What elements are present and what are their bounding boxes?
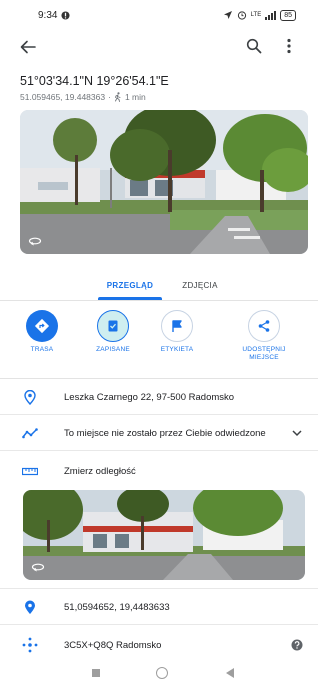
walking-icon bbox=[114, 92, 121, 102]
place-pin-icon bbox=[25, 600, 35, 614]
address-row[interactable]: Leszka Czarnego 22, 97-500 Radomsko bbox=[0, 382, 318, 412]
row-divider bbox=[0, 450, 318, 451]
label-button[interactable]: ETYKIETA bbox=[137, 310, 217, 354]
address-text: Leszka Czarnego 22, 97-500 Radomsko bbox=[64, 391, 235, 403]
status-time: 9:34 bbox=[38, 9, 58, 21]
timeline-text: To miejsce nie zostało przez Ciebie odwi… bbox=[64, 427, 266, 439]
top-app-bar bbox=[0, 34, 318, 64]
route-circle bbox=[26, 310, 58, 342]
arrow-back-icon bbox=[20, 40, 36, 54]
share-place-button[interactable]: UDOSTĘPNIJ MIEJSCE bbox=[224, 310, 304, 362]
address-icon-wrap bbox=[22, 389, 38, 405]
decimal-coordinates: 51.059465, 19.448363 bbox=[20, 92, 106, 102]
share-label-line2: MIEJSCE bbox=[249, 354, 279, 361]
row-divider bbox=[0, 414, 318, 415]
street-view-thumbnail[interactable] bbox=[23, 490, 305, 580]
saved-circle bbox=[97, 310, 129, 342]
more-vert-icon bbox=[287, 38, 291, 54]
plus-code-row[interactable]: 3C5X+Q8Q Radomsko bbox=[0, 630, 318, 660]
timeline-icon bbox=[22, 428, 38, 439]
plus-code-help-button[interactable] bbox=[290, 638, 304, 652]
timeline-row[interactable]: To miejsce nie zostało przez Ciebie odwi… bbox=[0, 418, 318, 448]
share-label-line1: UDOSTĘPNIJ bbox=[242, 346, 286, 353]
plus-code-icon bbox=[22, 637, 38, 653]
street-view-360-icon bbox=[31, 563, 45, 572]
measure-text: Zmierz odległość bbox=[64, 465, 136, 477]
status-left: 9:34 bbox=[38, 9, 71, 21]
row-divider bbox=[0, 588, 318, 589]
saved-label: ZAPISANE bbox=[96, 346, 130, 353]
system-nav-bar bbox=[0, 664, 318, 686]
tab-photos[interactable]: ZDJĘCIA bbox=[170, 270, 230, 300]
share-icon bbox=[258, 320, 270, 332]
place-subtitle: 51.059465, 19.448363 · 1 min bbox=[20, 92, 146, 102]
location-arrow-icon bbox=[223, 11, 232, 19]
chevron-down-icon bbox=[292, 429, 302, 436]
street-view-360-icon bbox=[28, 237, 42, 246]
street-view-photo bbox=[20, 110, 308, 254]
signal-icon bbox=[265, 10, 277, 20]
flag-icon bbox=[172, 320, 182, 332]
directions-icon bbox=[34, 318, 50, 334]
plus-code-icon-wrap bbox=[22, 637, 38, 653]
notification-icon bbox=[61, 10, 71, 20]
search-icon bbox=[246, 38, 262, 54]
tabs-divider bbox=[0, 300, 318, 301]
home-button[interactable] bbox=[156, 667, 168, 679]
coordinates-row[interactable]: 51,0594652, 19,4483633 bbox=[0, 592, 318, 622]
route-label: TRASA bbox=[30, 346, 54, 353]
label-circle bbox=[161, 310, 193, 342]
street-view-image[interactable] bbox=[20, 110, 308, 254]
coordinates-icon-wrap bbox=[22, 599, 38, 615]
bookmark-icon bbox=[108, 320, 118, 332]
expand-button[interactable] bbox=[290, 426, 304, 440]
alarm-icon bbox=[237, 11, 246, 20]
route-button[interactable]: TRASA bbox=[2, 310, 82, 354]
timeline-icon-wrap bbox=[22, 425, 38, 441]
recent-apps-button[interactable] bbox=[92, 669, 100, 677]
battery-indicator: 85 bbox=[280, 9, 296, 21]
plus-code-text: 3C5X+Q8Q Radomsko bbox=[64, 639, 162, 651]
measure-icon-wrap bbox=[22, 463, 38, 479]
signal-label: LTE bbox=[250, 12, 262, 18]
help-icon bbox=[291, 639, 303, 651]
tab-overview[interactable]: PRZEGLĄD bbox=[98, 270, 162, 300]
back-button[interactable] bbox=[20, 39, 42, 59]
ruler-icon bbox=[22, 467, 38, 475]
walk-time: 1 min bbox=[124, 92, 146, 102]
coordinates-text: 51,0594652, 19,4483633 bbox=[64, 601, 170, 613]
share-label: UDOSTĘPNIJ MIEJSCE bbox=[242, 346, 285, 362]
actions-divider bbox=[0, 378, 318, 379]
place-title: 51°03'34.1"N 19°26'54.1"E bbox=[20, 74, 169, 88]
status-bar: 9:34 LTE 85 bbox=[0, 0, 318, 30]
label-label: ETYKIETA bbox=[160, 346, 194, 353]
row-divider bbox=[0, 624, 318, 625]
more-options-button[interactable] bbox=[286, 38, 302, 60]
share-circle bbox=[248, 310, 280, 342]
separator-dot: · bbox=[108, 92, 111, 102]
status-right: LTE 85 bbox=[223, 9, 296, 21]
search-button[interactable] bbox=[246, 38, 268, 60]
action-buttons: TRASA ZAPISANE ETYKIETA UDOSTĘPNIJ MIEJS… bbox=[0, 310, 318, 376]
street-view-thumbnail-photo bbox=[23, 490, 305, 580]
system-back-button[interactable] bbox=[226, 668, 234, 678]
tab-bar: PRZEGLĄD ZDJĘCIA bbox=[0, 270, 318, 300]
place-pin-outline-icon bbox=[24, 389, 36, 405]
measure-distance-row[interactable]: Zmierz odległość bbox=[0, 456, 318, 486]
